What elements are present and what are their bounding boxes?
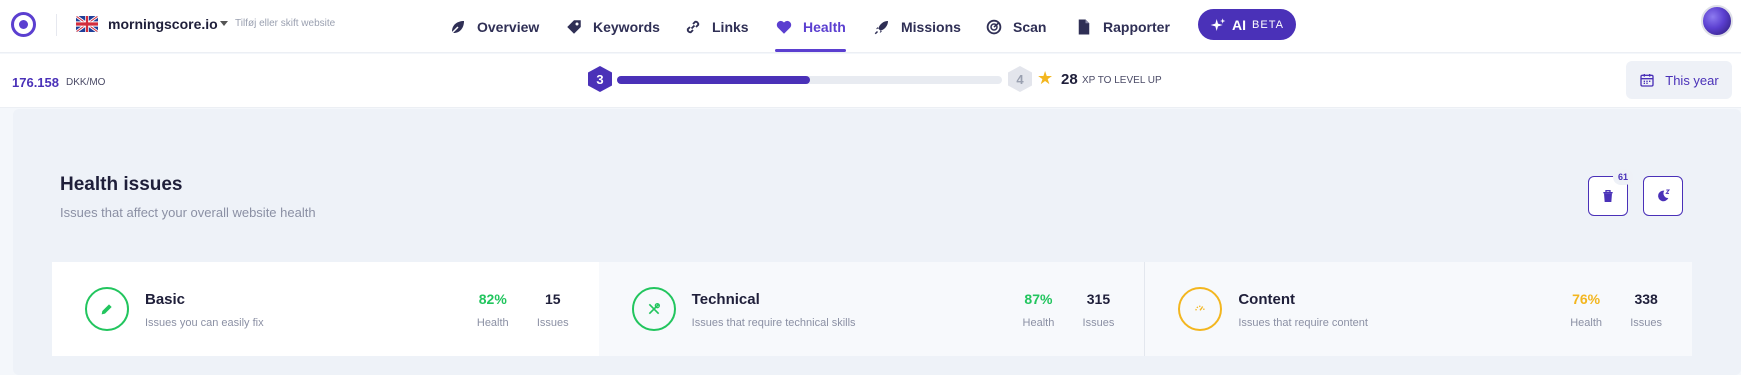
- health-ring: [631, 287, 676, 331]
- health-metric: 87% Health: [1023, 291, 1055, 329]
- card-description: Issues you can easily fix: [145, 317, 264, 329]
- content-spinner-icon: [1195, 305, 1206, 311]
- tools-icon: [648, 303, 660, 315]
- nav-label: Rapporter: [1103, 18, 1170, 35]
- issues-metric: 15 Issues: [537, 291, 569, 329]
- xp-label: XP TO LEVEL UP: [1082, 75, 1162, 86]
- issues-metric: 315 Issues: [1083, 291, 1115, 329]
- current-level-badge: 3: [588, 66, 612, 92]
- nav-label: Missions: [901, 18, 961, 35]
- issues-label: Issues: [536, 317, 569, 329]
- pencil-icon: [101, 304, 112, 315]
- nav-rapporter[interactable]: Rapporter: [1075, 0, 1170, 53]
- trash-icon: [1603, 190, 1613, 202]
- issues-value: 315: [1086, 291, 1111, 307]
- period-button[interactable]: This year: [1626, 61, 1732, 99]
- page-title: Health issues: [60, 174, 183, 195]
- card-title: Content: [1238, 291, 1295, 308]
- moon-icon: [1658, 189, 1671, 202]
- chevron-down-icon[interactable]: [220, 21, 228, 26]
- health-value: 76%: [1572, 291, 1601, 307]
- card-content[interactable]: Content Issues that require content 76% …: [1145, 262, 1693, 356]
- health-value: 82%: [478, 291, 507, 307]
- health-category-cards: Basic Issues you can easily fix 82% Heal…: [52, 262, 1693, 356]
- ai-button[interactable]: AI BETA: [1198, 9, 1296, 40]
- rocket-icon: [874, 20, 888, 34]
- nav-links[interactable]: Links: [684, 0, 749, 53]
- heart-icon: [776, 20, 792, 34]
- avatar[interactable]: [1701, 5, 1733, 37]
- nav-keywords[interactable]: Keywords: [565, 0, 660, 53]
- divider: [56, 14, 57, 36]
- health-label: Health: [476, 317, 509, 329]
- issues-label: Issues: [1630, 317, 1663, 329]
- xp-amount: 28: [1061, 71, 1078, 88]
- site-hint: Tilføj eller skift website: [235, 18, 336, 29]
- page-subtitle: Issues that affect your overall website …: [60, 205, 316, 220]
- health-ring: [1178, 287, 1223, 331]
- stats-bar: 176.158 DKK/MO 3 4 ★ 28 XP TO LEVEL UP T…: [0, 54, 1741, 108]
- snooze-button[interactable]: [1643, 176, 1683, 216]
- health-value: 87%: [1024, 291, 1053, 307]
- nav-health[interactable]: Health: [775, 0, 846, 53]
- top-navigation: morningscore.io Tilføj eller skift websi…: [0, 0, 1741, 53]
- next-level-badge: 4: [1008, 66, 1032, 92]
- uk-flag-icon: [76, 16, 98, 32]
- issues-metric: 338 Issues: [1630, 291, 1662, 329]
- ai-label: AI: [1232, 16, 1247, 33]
- nav-label: Health: [803, 18, 846, 35]
- nav-label: Keywords: [593, 18, 660, 35]
- health-ring: [85, 287, 129, 331]
- card-basic[interactable]: Basic Issues you can easily fix 82% Heal…: [52, 262, 599, 356]
- card-technical[interactable]: Technical Issues that require technical …: [598, 262, 1146, 356]
- link-icon: [686, 20, 700, 33]
- overview-icon: [450, 20, 464, 34]
- ignored-count-badge: 61: [1613, 169, 1633, 185]
- card-description: Issues that require content: [1238, 317, 1368, 329]
- level-progress-fill: [617, 76, 810, 84]
- calendar-icon: [1640, 74, 1654, 87]
- card-description: Issues that require technical skills: [691, 317, 856, 329]
- nav-label: Scan: [1013, 18, 1047, 35]
- health-metric: 82% Health: [477, 291, 509, 329]
- period-label: This year: [1665, 72, 1719, 88]
- beta-tag: BETA: [1252, 18, 1284, 31]
- keyword-tag-icon: [567, 19, 581, 34]
- nav-scan[interactable]: Scan: [985, 0, 1046, 53]
- nav-label: Links: [712, 18, 749, 35]
- level-progress-bar: [617, 76, 1002, 84]
- card-title: Basic: [145, 291, 186, 308]
- nav-label: Overview: [477, 18, 540, 35]
- issues-value: 338: [1634, 291, 1658, 307]
- traffic-unit: DKK/MO: [66, 77, 106, 88]
- traffic-value: 176.158: [12, 75, 59, 90]
- issues-value: 15: [544, 291, 561, 307]
- app-logo[interactable]: [11, 12, 36, 37]
- star-icon: ★: [1037, 68, 1054, 88]
- document-icon: [1078, 19, 1090, 34]
- scan-icon: [986, 19, 1002, 34]
- site-selector[interactable]: morningscore.io: [108, 16, 218, 32]
- card-title: Technical: [691, 291, 760, 308]
- issues-label: Issues: [1082, 317, 1115, 329]
- health-metric: 76% Health: [1570, 291, 1602, 329]
- health-label: Health: [1022, 317, 1055, 329]
- sparkle-icon: [1210, 17, 1226, 31]
- nav-missions[interactable]: Missions: [873, 0, 961, 53]
- health-label: Health: [1570, 317, 1603, 329]
- nav-overview[interactable]: Overview: [449, 0, 539, 53]
